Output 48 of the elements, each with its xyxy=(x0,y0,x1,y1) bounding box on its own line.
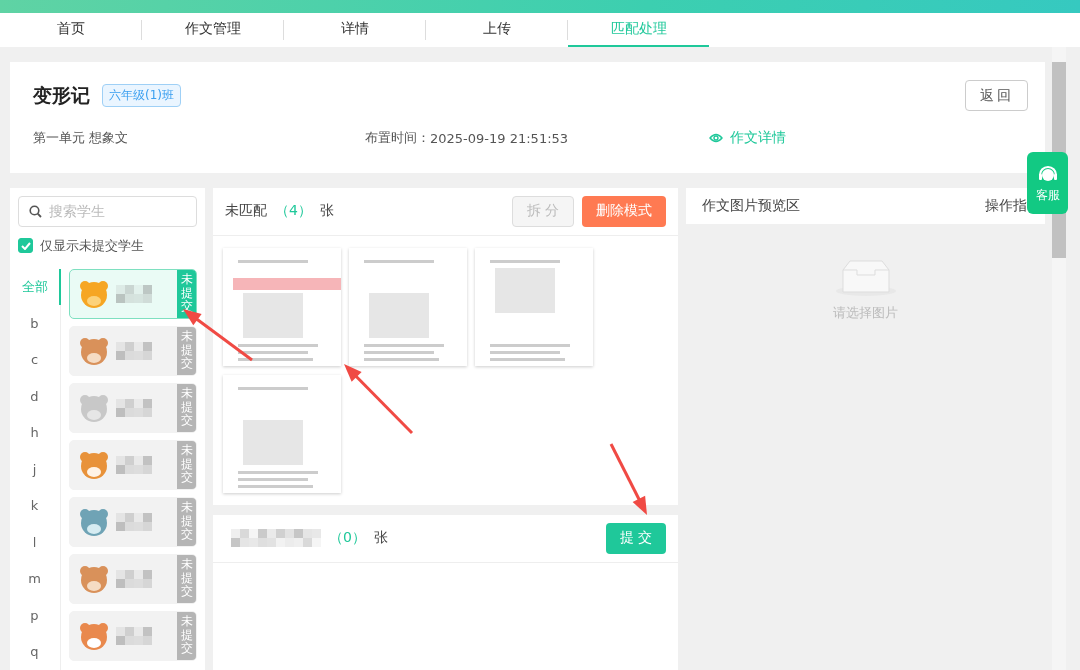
letter-index-item[interactable]: m xyxy=(10,560,61,597)
nav-tab[interactable]: 详情 xyxy=(284,13,425,47)
status-badge: 未提交 xyxy=(177,326,196,375)
preview-title: 作文图片预览区 xyxy=(702,196,800,215)
status-badge: 未提交 xyxy=(177,497,196,546)
unit-label: 张 xyxy=(373,529,388,547)
status-badge: 未提交 xyxy=(177,440,196,489)
assigned-label: 布置时间： xyxy=(365,129,430,147)
back-button[interactable]: 返回 xyxy=(965,80,1028,111)
filter-label: 仅显示未提交学生 xyxy=(40,236,144,255)
guide-link[interactable]: 操作指 xyxy=(985,196,1027,215)
letter-index-item[interactable]: j xyxy=(10,451,61,488)
search-field[interactable]: 搜索学生 xyxy=(18,195,197,227)
letter-index-item[interactable]: k xyxy=(10,487,61,524)
nav-tab[interactable]: 上传 xyxy=(426,13,567,47)
blurred-text xyxy=(116,512,152,531)
letter-index-item[interactable]: q xyxy=(10,633,61,670)
status-badge: 未提交 xyxy=(177,383,196,432)
blurred-text xyxy=(116,341,152,360)
annotation-arrow xyxy=(609,443,647,515)
letter-index-item[interactable]: d xyxy=(10,378,61,415)
blurred-text xyxy=(116,284,152,303)
letter-index-item[interactable]: b xyxy=(10,305,61,342)
eye-icon xyxy=(709,133,723,143)
class-tag: 六年级(1)班 xyxy=(102,84,181,107)
filter-checkbox[interactable] xyxy=(18,238,33,253)
matched-count: （0） xyxy=(329,529,366,547)
blurred-text xyxy=(116,455,152,474)
nav-tab[interactable]: 首页 xyxy=(0,13,141,47)
unit-text: 第一单元 想象文 xyxy=(33,129,130,147)
unmatched-count: （4） xyxy=(275,202,312,220)
unit-label: 张 xyxy=(319,202,334,220)
assigned-time: 2025-09-19 21:51:53 xyxy=(430,130,570,146)
blurred-text xyxy=(116,398,152,417)
annotation-arrow xyxy=(344,364,414,435)
unmatched-title: 未匹配 xyxy=(225,202,267,220)
letter-index-item[interactable]: h xyxy=(10,414,61,451)
blurred-text xyxy=(116,569,152,588)
status-badge: 未提交 xyxy=(177,611,196,660)
empty-inbox-icon xyxy=(834,259,897,296)
nav-tab[interactable]: 作文管理 xyxy=(142,13,283,47)
letter-index-item[interactable]: p xyxy=(10,597,61,634)
letter-index-item[interactable]: c xyxy=(10,341,61,378)
blurred-text xyxy=(116,626,152,645)
search-icon xyxy=(29,204,42,218)
status-badge: 未提交 xyxy=(177,554,196,603)
essay-title: 变形记 xyxy=(33,82,90,108)
letter-index-item[interactable]: l xyxy=(10,524,61,561)
